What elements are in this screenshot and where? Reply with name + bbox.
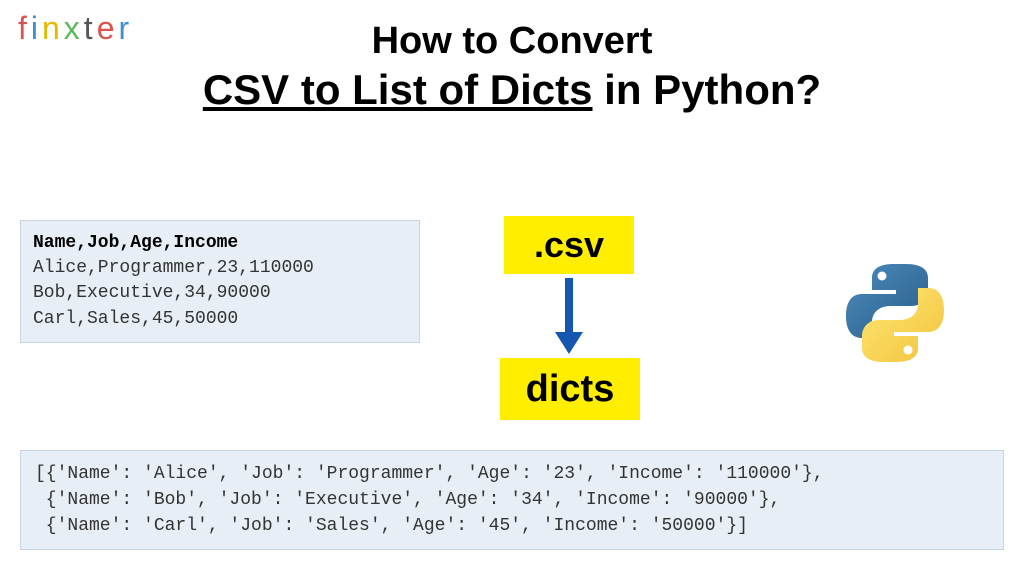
arrow-down-icon	[560, 278, 578, 354]
title-line1: How to Convert	[0, 20, 1024, 64]
page-title: How to Convert CSV to List of Dicts in P…	[0, 20, 1024, 116]
output-line-2: {'Name': 'Bob', 'Job': 'Executive', 'Age…	[35, 490, 780, 510]
output-line-3: {'Name': 'Carl', 'Job': 'Sales', 'Age': …	[35, 516, 748, 536]
csv-source-box: Name,Job,Age,Income Alice,Programmer,23,…	[20, 220, 420, 343]
tag-dicts: dicts	[500, 358, 640, 420]
csv-row-1: Alice,Programmer,23,110000	[33, 258, 314, 278]
csv-row-3: Carl,Sales,45,50000	[33, 309, 238, 329]
output-line-1: [{'Name': 'Alice', 'Job': 'Programmer', …	[35, 464, 824, 484]
title-underlined: CSV to List of Dicts	[203, 66, 593, 113]
title-rest: in Python?	[593, 66, 822, 113]
title-line2: CSV to List of Dicts in Python?	[0, 64, 1024, 117]
output-dicts-box: [{'Name': 'Alice', 'Job': 'Programmer', …	[20, 450, 1004, 550]
tag-csv: .csv	[504, 216, 634, 274]
csv-row-2: Bob,Executive,34,90000	[33, 283, 271, 303]
python-logo-icon	[840, 258, 950, 368]
csv-header: Name,Job,Age,Income	[33, 233, 238, 253]
